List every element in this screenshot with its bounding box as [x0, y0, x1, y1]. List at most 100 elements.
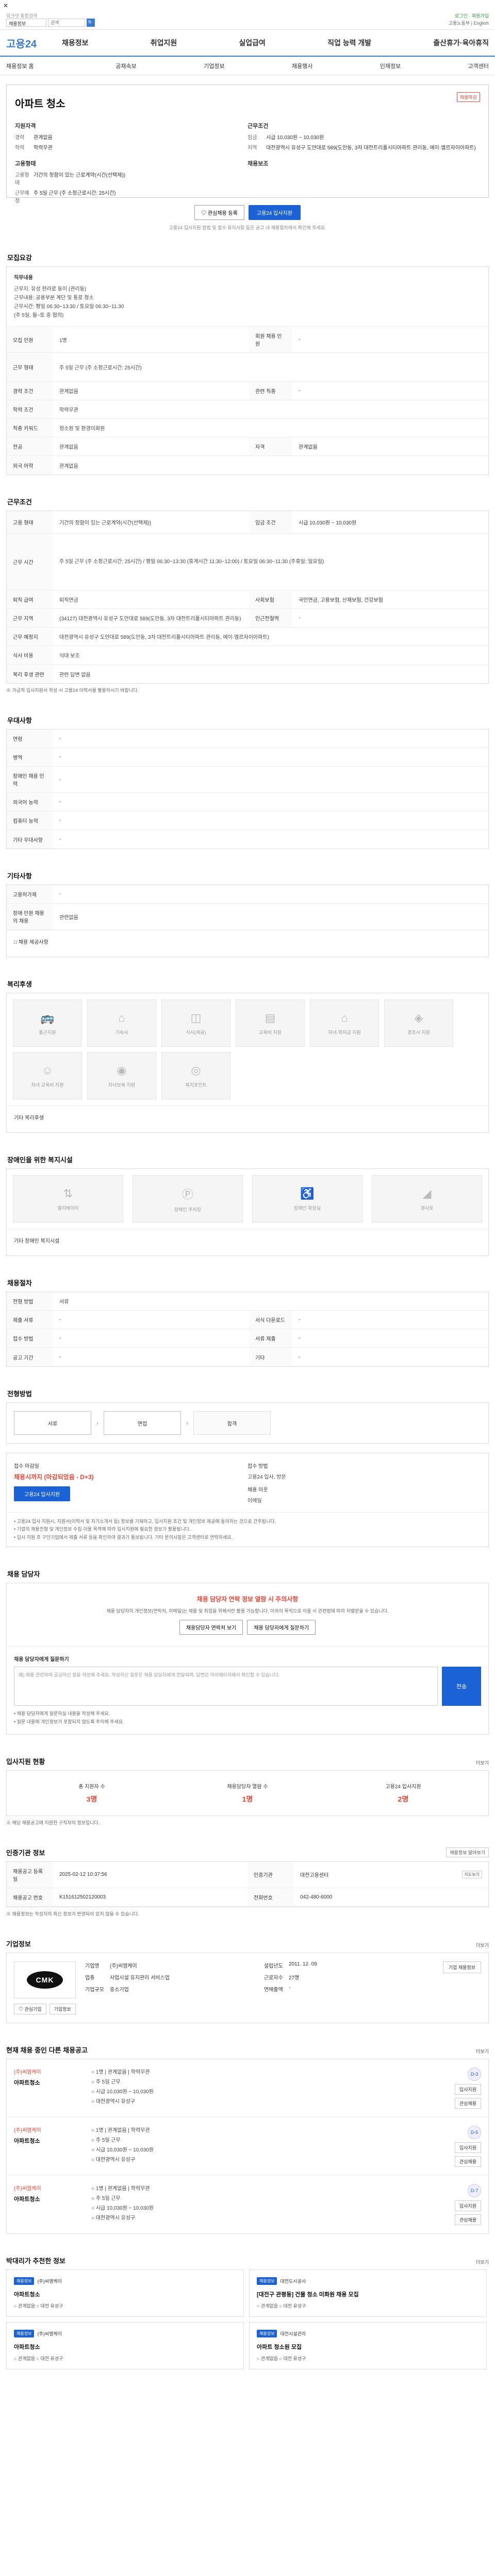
- lnb-item[interactable]: 채용행사: [292, 62, 312, 70]
- apply-button[interactable]: 입사지원: [454, 2200, 481, 2211]
- gnb-item[interactable]: 직업 능력 개발: [327, 38, 371, 48]
- intro-line: (주 5일, 월~토 중 협의): [14, 313, 64, 318]
- row-label: 제출 서류: [7, 1311, 53, 1329]
- view-contact-button[interactable]: 채용담당자 연락처 보기: [179, 1620, 243, 1635]
- tile-label: 자녀·학자금 지원: [328, 1029, 361, 1035]
- intro-line: 근무내용: 공용부분 계단 및 통로 청소: [14, 295, 94, 301]
- tile-label: 경사로: [420, 1205, 434, 1211]
- recommend-card[interactable]: 채용정보 대전도시공사 [대전구 관평동] 건물 청소 미화원 채용 모집 ○ 관…: [249, 2269, 487, 2317]
- scrap-button[interactable]: 관심채용: [454, 2097, 481, 2109]
- row-label: 학력 조건: [7, 400, 53, 418]
- row-value: 학력무관: [59, 408, 78, 413]
- field-label: 임금: [248, 135, 257, 141]
- site-logo[interactable]: 고용24: [6, 36, 62, 50]
- more-link[interactable]: 더보기: [476, 2259, 489, 2265]
- job-name[interactable]: 아파트청소: [14, 2195, 91, 2203]
- job-meta: ○ 대전광역시 유성구: [91, 2098, 136, 2105]
- row-label: 서류 제출: [249, 1329, 292, 1347]
- row-label: 기타: [249, 1348, 292, 1366]
- more-link[interactable]: 더보기: [476, 2048, 489, 2055]
- row-value: 관계없음: [59, 463, 78, 469]
- map-button[interactable]: 지도보기: [461, 1871, 482, 1879]
- list-item[interactable]: (주)씨엠케이 아파트청소 ○ 1명 | 관계없음 | 학력무관 ○ 주 5일 근무…: [7, 2176, 488, 2233]
- row-value: -: [59, 1335, 61, 1341]
- apply-button[interactable]: 입사지원: [454, 2142, 481, 2153]
- row-label: 근무 형태: [7, 353, 53, 381]
- scrap-button[interactable]: 관심채용: [454, 2156, 481, 2167]
- intro-label: 직무내용: [14, 275, 33, 281]
- intro-line: 근무지: 유성 한라로 동이 (관리동): [14, 286, 87, 292]
- company-info-button[interactable]: 기업정보: [49, 2003, 76, 2014]
- apply-button[interactable]: 고용24 입사지원: [14, 1486, 71, 1501]
- contact-value: 이메일: [248, 1498, 262, 1504]
- info-more-button[interactable]: 채용정보 알아보기: [446, 1847, 489, 1857]
- lnb-item[interactable]: 채용정보 홈: [6, 62, 48, 70]
- facility-tile: Ⓟ 장애인 주차장: [133, 1175, 243, 1223]
- section-title: 근무조건: [7, 498, 32, 506]
- company-logo-mark: CMK: [27, 1971, 63, 1989]
- job-org: (주)씨엠케이: [14, 2069, 41, 2075]
- stage-box: 서류 › 면접 › 합격: [6, 1402, 489, 1444]
- row-value: -: [59, 818, 61, 823]
- scrap-button[interactable]: 관심채용: [454, 2214, 481, 2225]
- preference-table: 연령 - 병역 - 장애인 채용 인력 - 외국어 능력 - 컴퓨터 능력 - 기타 우대…: [6, 729, 489, 849]
- close-icon[interactable]: ✕: [3, 2, 8, 9]
- company-jobs-button[interactable]: 기업 채용정보: [442, 1961, 481, 1973]
- table-row: 컴퓨터 능력 -: [7, 811, 488, 830]
- info-note: ※ 채용정보는 작성자의 최신 정보가 반영되어 있지 않을 수 있습니다.: [6, 1911, 139, 1917]
- ask-question-button[interactable]: 채용 담당자에게 질문하기: [247, 1620, 316, 1635]
- lnb-item[interactable]: 고객센터: [468, 62, 489, 70]
- recommend-title[interactable]: 아파트청소: [14, 2290, 236, 2298]
- more-link[interactable]: 더보기: [476, 1942, 489, 1948]
- row-label: 접수 방법: [7, 1329, 53, 1347]
- util-links[interactable]: 고용노동부 | English: [449, 20, 489, 26]
- disability-box: ⇅ 엘리베이터 Ⓟ 장애인 주차장 ♿ 장애인 화장실 ◢ 경사로 기타 장애인 복지시…: [6, 1168, 489, 1256]
- note-line: • 입사 지원 후 구인기업에서 제출 서류 등을 확인하여 결과가 통보됩니다…: [14, 1534, 233, 1540]
- recommend-card[interactable]: 채용정보 대전시설관리 아파트 청소원 모집 ○ 관계없음 ○ 대전 유성구: [249, 2321, 487, 2369]
- row-value: 1명: [59, 337, 67, 344]
- lnb-item[interactable]: 공채속보: [116, 62, 136, 70]
- recommend-title[interactable]: 아파트청소: [14, 2343, 236, 2351]
- list-item[interactable]: (주)씨엠케이 아파트청소 ○ 1명 | 관계없음 | 학력무관 ○ 주 5일 근무…: [7, 2117, 488, 2176]
- more-link[interactable]: 더보기: [476, 1759, 489, 1766]
- job-name[interactable]: 아파트청소: [14, 2137, 91, 2145]
- recommend-card[interactable]: 채용정보 (주)씨엠케이 아파트청소 ○ 관계없음 ○ 대전 유성구: [6, 2321, 244, 2369]
- row-value: 퇴직연금: [59, 598, 78, 603]
- gnb-item[interactable]: 실업급여: [239, 38, 266, 48]
- gnb-item[interactable]: 채용정보: [62, 38, 89, 48]
- recommend-title[interactable]: 아파트 청소원 모집: [257, 2343, 479, 2351]
- recommend-meta: ○ 관계없음 ○ 대전 유성구: [257, 2303, 306, 2309]
- restroom-icon: ♿: [300, 1187, 315, 1200]
- deadline-value: 채용시까지 (마감되었음 - D+3): [14, 1473, 94, 1481]
- search-input[interactable]: [48, 19, 85, 27]
- section-title: 전형방법: [7, 1390, 32, 1398]
- stat-label: 고용24 입사지원: [385, 1784, 421, 1790]
- table-row: 근무 시간 주 5일 근무 (주 소정근로시간: 25시간) / 평일 06:30…: [7, 534, 488, 590]
- search-button[interactable]: 🔍: [87, 19, 95, 27]
- welfare-etc: 기타 복리후생: [7, 1106, 488, 1132]
- logo-text-b: 24: [25, 38, 37, 50]
- gnb-item[interactable]: 취업지원: [151, 38, 177, 48]
- list-item[interactable]: (주)씨엠케이 아파트청소 ○ 1명 | 관계없음 | 학력무관 ○ 주 5일 근무…: [7, 2059, 488, 2117]
- send-button[interactable]: 전송: [442, 1667, 481, 1706]
- job-name[interactable]: 아파트청소: [14, 2078, 91, 2087]
- gnb-item[interactable]: 출산휴가·육아휴직: [433, 38, 489, 48]
- login-link[interactable]: 로그인 · 회원가입: [455, 12, 489, 19]
- search-category-select[interactable]: 채용정보: [6, 19, 46, 27]
- question-textarea[interactable]: 예) 채용 관련하여 궁금하신 점을 작성해 주세요. 작성하신 질문은 채용 …: [14, 1667, 438, 1706]
- lnb-item[interactable]: 인재정보: [380, 62, 401, 70]
- field-value: 시급 10,030원 ~ 10,030원: [266, 135, 324, 141]
- apply-button[interactable]: 입사지원: [454, 2083, 481, 2095]
- tile-label: 자녀보육 지원: [108, 1082, 136, 1088]
- row-label: 경력 조건: [7, 382, 53, 400]
- elevator-icon: ⇅: [63, 1187, 73, 1200]
- recommend-card[interactable]: 채용정보 (주)씨엠케이 아파트청소 ○ 관계없음 ○ 대전 유성구: [6, 2269, 244, 2317]
- recommend-title[interactable]: [대전구 관평동] 건물 청소 미화원 채용 모집: [257, 2290, 479, 2298]
- gnb-menu: 채용정보 취업지원 실업급여 직업 능력 개발 출산휴가·육아휴직: [62, 38, 489, 48]
- lnb-item[interactable]: 기업정보: [204, 62, 224, 70]
- cell-value: 042-480-6000: [300, 1894, 333, 1900]
- favorite-company-button[interactable]: ♡ 관심기업: [14, 2003, 46, 2014]
- section-title: 채용절차: [7, 1279, 32, 1287]
- row-value: -: [59, 799, 61, 805]
- row-label: 전형 방법: [7, 1292, 53, 1310]
